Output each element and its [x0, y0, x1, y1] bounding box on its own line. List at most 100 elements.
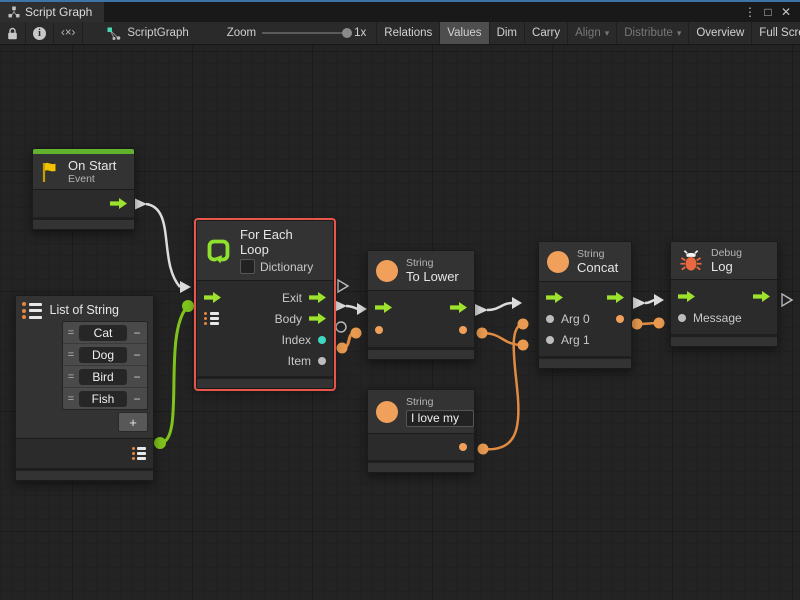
flow-output-port[interactable]	[110, 198, 127, 209]
remove-item-button[interactable]: −	[130, 348, 144, 362]
list-wire	[160, 307, 187, 443]
list-input-port[interactable]	[204, 312, 219, 325]
node-for-each-loop[interactable]: For Each Loop Dictionary Exit	[196, 220, 334, 389]
flow-arrowhead	[180, 281, 191, 293]
carry-toggle[interactable]: Carry	[525, 22, 568, 44]
chevron-down-icon: ▾	[605, 28, 610, 39]
node-debug-log[interactable]: Debug Log Message	[670, 241, 778, 347]
node-footer	[33, 217, 134, 229]
graph-icon	[8, 6, 20, 18]
arg1-input-port[interactable]	[546, 336, 554, 344]
node-title: For Each Loop	[240, 227, 325, 257]
remove-item-button[interactable]: −	[130, 370, 144, 384]
overview-button[interactable]: Overview	[689, 22, 752, 44]
port-row-flow	[368, 296, 474, 318]
zoom-slider[interactable]	[262, 32, 348, 34]
remove-item-button[interactable]: −	[130, 392, 144, 406]
zoom-label: Zoom	[227, 27, 256, 39]
list-item-field[interactable]: Cat	[79, 325, 127, 341]
inspect-button[interactable]: i	[26, 22, 54, 44]
node-on-start[interactable]: On Start Event	[32, 148, 135, 230]
distribute-dropdown[interactable]: Distribute ▾	[617, 22, 689, 44]
remove-item-button[interactable]: −	[130, 326, 144, 340]
port-row-flow	[671, 285, 777, 307]
window-focus-line	[0, 0, 800, 2]
graph-canvas[interactable]: On Start Event	[0, 44, 800, 600]
node-category: String	[406, 396, 474, 408]
index-output-port[interactable]	[318, 336, 326, 344]
node-string-literal[interactable]: String I love my	[367, 389, 475, 473]
lock-button[interactable]	[0, 22, 26, 44]
node-list-of-string[interactable]: List of String = Cat − = Dog − =	[15, 295, 154, 481]
window-menu-icon[interactable]: ⋮	[742, 5, 758, 19]
node-concat[interactable]: String Concat Arg 0 Arg 1	[538, 241, 632, 369]
flow-output-port[interactable]	[450, 302, 467, 313]
node-to-lower[interactable]: String To Lower	[367, 250, 475, 360]
values-toggle[interactable]: Values	[440, 22, 489, 44]
node-title: Log	[711, 259, 742, 274]
string-icon	[547, 251, 569, 273]
code-view-button[interactable]: ‹×›	[54, 22, 83, 44]
list-output-port[interactable]	[132, 447, 147, 460]
add-item-button[interactable]: +	[118, 412, 148, 432]
close-icon[interactable]: ✕	[778, 5, 794, 19]
tab-script-graph[interactable]: Script Graph	[0, 2, 104, 22]
loop-icon	[205, 237, 232, 264]
index-unconnected-marker	[336, 322, 346, 332]
list-item-row: = Fish −	[63, 388, 147, 409]
item-output-port[interactable]	[318, 357, 326, 365]
port-label: Item	[288, 354, 311, 368]
port-label: Arg 0	[561, 312, 590, 326]
string-input-port[interactable]	[375, 326, 383, 334]
drag-handle[interactable]: =	[66, 327, 76, 339]
node-footer	[197, 376, 333, 388]
lock-icon	[7, 27, 18, 40]
script-graph-window: Script Graph ⋮ □ ✕ i ‹×›	[0, 0, 800, 600]
graph-breadcrumb[interactable]: ScriptGraph	[97, 22, 198, 44]
fullscreen-button[interactable]: Full Screen	[752, 22, 800, 44]
arg0-input-port[interactable]	[546, 315, 554, 323]
string-value-input[interactable]: I love my	[406, 410, 474, 427]
flow-input-port[interactable]	[204, 292, 221, 303]
zoom-control: Zoom 1x	[217, 22, 377, 44]
port-row-flow	[539, 286, 631, 308]
flow-input-port[interactable]	[678, 291, 695, 302]
port-row-message: Message	[671, 307, 777, 328]
port-label: Index	[282, 333, 311, 347]
log-exit-unconnected-marker	[782, 294, 792, 306]
list-item-row: = Cat −	[63, 322, 147, 344]
node-title: List of String	[50, 303, 119, 318]
tab-title: Script Graph	[25, 5, 92, 19]
flow-input-port[interactable]	[546, 292, 563, 303]
node-footer	[671, 334, 777, 346]
zoom-slider-thumb[interactable]	[342, 28, 352, 38]
maximize-icon[interactable]: □	[760, 5, 776, 19]
flow-output-port[interactable]	[607, 292, 624, 303]
node-title: On Start	[68, 158, 116, 173]
list-item-field[interactable]: Fish	[79, 391, 127, 407]
window-controls: ⋮ □ ✕	[742, 2, 800, 22]
checkbox-label: Dictionary	[260, 260, 313, 274]
string-output-port[interactable]	[459, 326, 467, 334]
bug-icon	[679, 249, 703, 273]
dim-toggle[interactable]: Dim	[490, 22, 525, 44]
body-output-port[interactable]	[309, 313, 326, 324]
string-output-port[interactable]	[459, 443, 467, 451]
message-input-port[interactable]	[678, 314, 686, 322]
flow-input-port[interactable]	[375, 302, 392, 313]
relations-toggle[interactable]: Relations	[377, 22, 440, 44]
align-dropdown[interactable]: Align ▾	[568, 22, 617, 44]
string-output-port[interactable]	[616, 315, 624, 323]
list-item-field[interactable]: Dog	[79, 347, 127, 363]
drag-handle[interactable]: =	[66, 393, 76, 405]
drag-handle[interactable]: =	[66, 349, 76, 361]
port-label: Body	[275, 312, 302, 326]
dictionary-checkbox[interactable]	[240, 259, 255, 274]
string-icon	[376, 260, 398, 282]
exit-output-port[interactable]	[309, 292, 326, 303]
scriptgraph-icon	[107, 27, 121, 40]
port-row-body: Body	[197, 308, 333, 329]
flow-output-port[interactable]	[753, 291, 770, 302]
drag-handle[interactable]: =	[66, 371, 76, 383]
list-item-field[interactable]: Bird	[79, 369, 127, 385]
